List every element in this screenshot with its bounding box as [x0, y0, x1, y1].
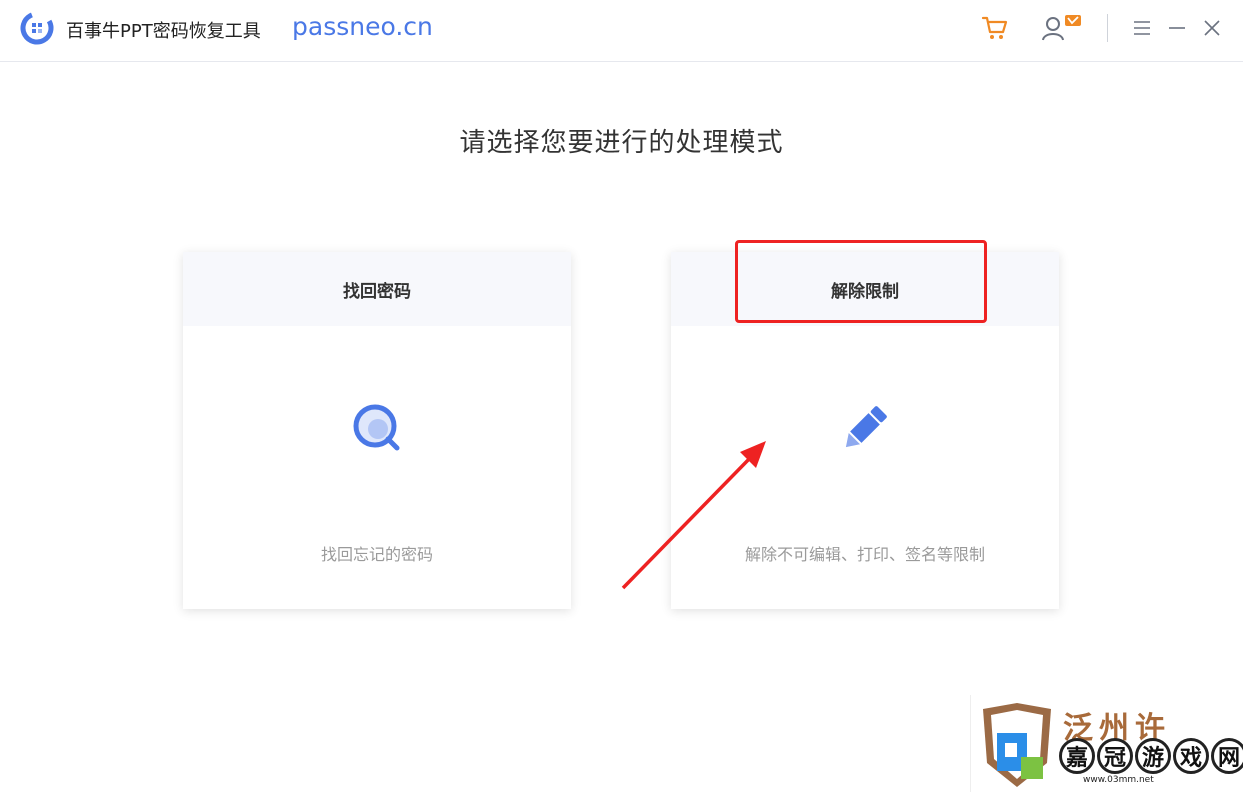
card-title: 解除限制: [671, 252, 1059, 326]
card-title: 找回密码: [183, 252, 571, 326]
minimize-icon[interactable]: [1163, 12, 1191, 44]
close-icon[interactable]: [1198, 12, 1226, 44]
title-bar: 百事牛PPT密码恢复工具 passneo.cn: [0, 0, 1243, 62]
card-description: 找回忘记的密码: [320, 545, 433, 564]
menu-icon[interactable]: [1128, 12, 1156, 44]
watermark-char: 嘉: [1059, 738, 1095, 774]
user-vip-icon[interactable]: [1038, 12, 1086, 44]
cart-icon[interactable]: [978, 12, 1012, 44]
site-watermark: 泛州许 嘉 冠 游 戏 网 www.03mm.net: [970, 695, 1243, 792]
app-domain-link[interactable]: passneo.cn: [292, 12, 433, 41]
watermark-char: 冠: [1097, 738, 1133, 774]
app-title: 百事牛PPT密码恢复工具: [66, 21, 261, 42]
card-description: 解除不可编辑、打印、签名等限制: [744, 545, 985, 564]
page-title: 请选择您要进行的处理模式: [459, 128, 784, 158]
watermark-char: 游: [1135, 738, 1171, 774]
magnifier-icon: [353, 404, 400, 451]
remove-restrictions-card[interactable]: 解除限制 解除不可编辑、打印、签名等限制: [671, 252, 1059, 609]
watermark-char: 戏: [1173, 738, 1209, 774]
recover-password-card[interactable]: 找回密码 找回忘记的密码: [183, 252, 571, 609]
watermark-chars: 嘉 冠 游 戏 网: [1059, 738, 1243, 774]
pencil-icon: [845, 406, 887, 448]
app-logo-icon: [20, 11, 54, 45]
watermark-logo-icon: [983, 703, 1051, 787]
watermark-url: www.03mm.net: [1083, 775, 1154, 785]
watermark-char: 网: [1211, 738, 1243, 774]
titlebar-divider: [1107, 14, 1108, 42]
